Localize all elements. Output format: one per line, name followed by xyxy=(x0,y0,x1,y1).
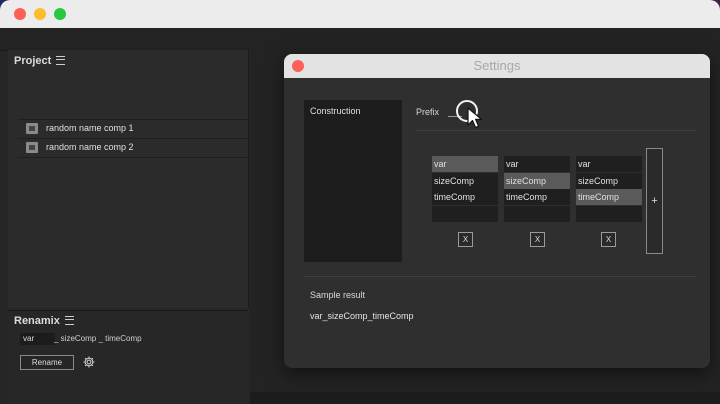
prefix-label: Prefix xyxy=(416,107,440,117)
renamix-panel: Renamix var _ sizeComp _ timeComp Rename xyxy=(8,310,248,404)
project-item-label: random name comp 1 xyxy=(46,123,134,133)
token-item[interactable]: timeComp xyxy=(504,189,570,205)
project-item-comp-2[interactable]: random name comp 2 xyxy=(18,138,248,158)
renamix-panel-header: Renamix xyxy=(14,315,74,327)
project-panel: Project xyxy=(8,50,249,308)
zoom-dot-icon[interactable] xyxy=(54,8,66,20)
dialog-divider xyxy=(304,276,696,277)
token-item[interactable]: timeComp xyxy=(432,189,498,205)
prefix-divider xyxy=(416,130,696,131)
construction-list[interactable]: Construction xyxy=(304,100,402,262)
token-item-empty[interactable] xyxy=(576,205,642,222)
project-panel-title: Project xyxy=(14,55,52,67)
token-item-empty[interactable] xyxy=(432,205,498,222)
add-column-button[interactable]: + xyxy=(646,148,663,254)
sample-result-label: Sample result xyxy=(310,290,366,300)
token-item[interactable]: var xyxy=(504,156,570,172)
token-item[interactable]: sizeComp xyxy=(432,172,498,189)
rename-button[interactable]: Rename xyxy=(20,355,74,370)
renamix-var-field[interactable]: var xyxy=(20,333,55,345)
settings-dialog-title: Settings xyxy=(284,54,710,78)
token-item[interactable]: var xyxy=(432,156,498,172)
hamburger-icon[interactable] xyxy=(64,315,74,325)
window-titlebar xyxy=(0,0,720,29)
minimize-dot-icon[interactable] xyxy=(34,8,46,20)
gear-icon[interactable] xyxy=(82,355,96,369)
app-window: Project random name comp 1 random name c… xyxy=(0,0,720,404)
remove-column-1-button[interactable]: X xyxy=(458,232,473,247)
token-column-1: var sizeComp timeComp xyxy=(432,156,498,222)
renamix-panel-title: Renamix xyxy=(14,315,60,327)
close-dot-icon[interactable] xyxy=(14,8,26,20)
token-item[interactable]: timeComp xyxy=(576,189,642,205)
remove-column-2-button[interactable]: X xyxy=(530,232,545,247)
sample-result-value: var_sizeComp_timeComp xyxy=(310,311,414,321)
composition-icon xyxy=(26,123,38,134)
token-item[interactable]: var xyxy=(576,156,642,172)
toolbar xyxy=(0,28,720,51)
dialog-close-icon[interactable] xyxy=(292,60,304,72)
timeline-strip xyxy=(250,392,720,404)
token-item-empty[interactable] xyxy=(504,205,570,222)
token-column-2: var sizeComp timeComp xyxy=(504,156,570,222)
settings-dialog: Settings Construction Prefix var sizeCom… xyxy=(284,54,710,368)
project-panel-header: Project xyxy=(14,55,66,67)
token-item[interactable]: sizeComp xyxy=(504,172,570,189)
token-column-3: var sizeComp timeComp xyxy=(576,156,642,222)
project-item-label: random name comp 2 xyxy=(46,142,134,152)
construction-item[interactable]: Construction xyxy=(310,106,361,116)
project-item-comp-1[interactable]: random name comp 1 xyxy=(18,119,248,139)
renamix-pattern-text: _ sizeComp _ timeComp xyxy=(54,334,142,343)
token-item[interactable]: sizeComp xyxy=(576,172,642,189)
remove-column-3-button[interactable]: X xyxy=(601,232,616,247)
composition-icon xyxy=(26,142,38,153)
hamburger-icon[interactable] xyxy=(56,55,66,65)
arrow-cursor-icon xyxy=(467,107,483,129)
